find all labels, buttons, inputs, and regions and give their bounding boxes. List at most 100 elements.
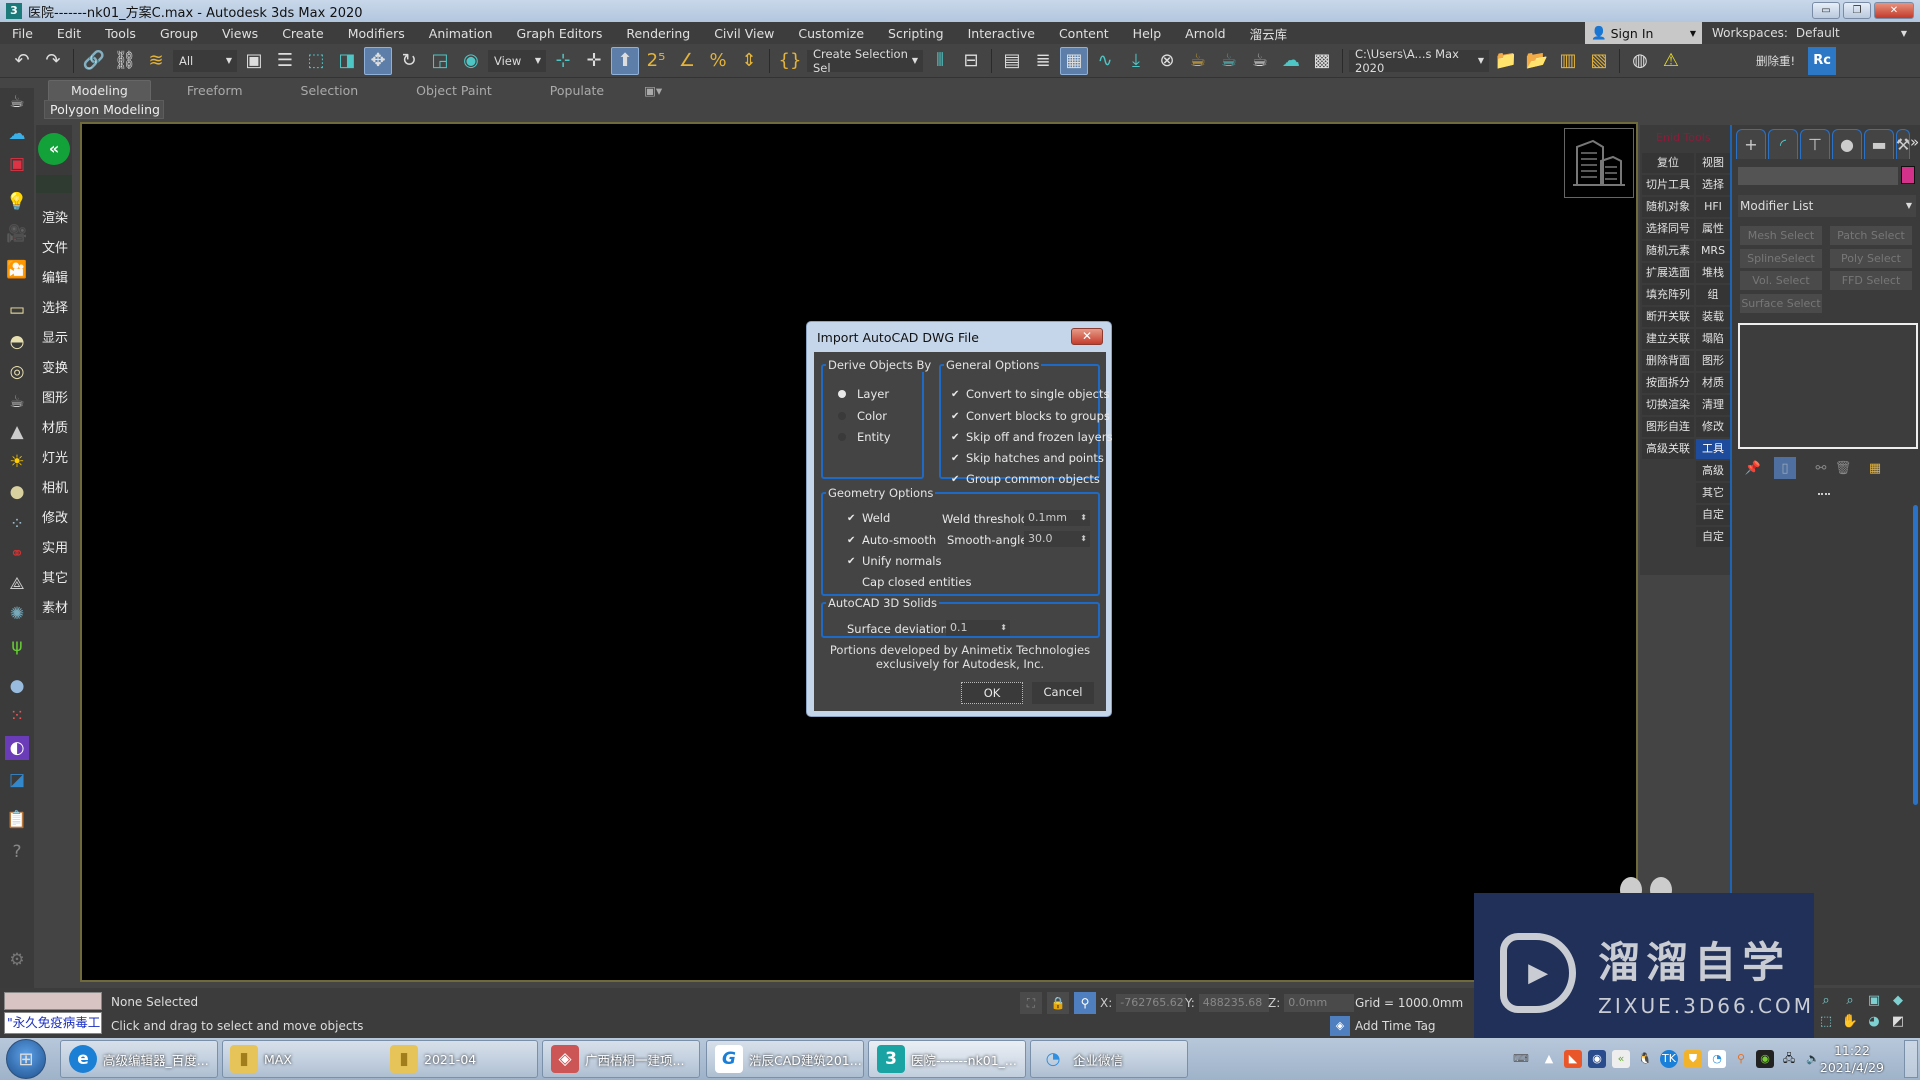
teapot-icon[interactable]: ☕ xyxy=(5,90,29,114)
plugin-cmd-shape[interactable]: 图形 xyxy=(42,387,68,406)
menu-animation[interactable]: Animation xyxy=(417,26,505,41)
enid-tool-button[interactable]: 删除背面 xyxy=(1642,351,1694,371)
maximize-viewport-icon[interactable]: ◩ xyxy=(1887,1014,1909,1033)
zoom-region-icon[interactable]: ⬚ xyxy=(1815,1014,1837,1033)
zoom-all-icon[interactable]: ⌕ xyxy=(1839,993,1861,1012)
create-tab-icon[interactable]: + xyxy=(1736,129,1766,159)
checkbox-convert-single[interactable]: ✔ Convert to single objects xyxy=(951,387,1109,401)
show-hidden-icons[interactable]: ▲ xyxy=(1540,1050,1558,1068)
show-desktop-button[interactable] xyxy=(1904,1040,1918,1078)
enid-tool-button[interactable]: 材质 xyxy=(1696,373,1730,393)
render-setup-icon[interactable]: ☕ xyxy=(1184,47,1212,75)
cancel-button[interactable]: Cancel xyxy=(1032,682,1094,704)
redo-icon[interactable]: ↷ xyxy=(39,47,67,75)
render-cloud-icon[interactable]: ☁ xyxy=(1277,47,1305,75)
dialog-close-button[interactable]: ✕ xyxy=(1071,328,1103,345)
teapot-wire-icon[interactable]: ☕ xyxy=(5,390,29,414)
menu-graph-editors[interactable]: Graph Editors xyxy=(505,26,615,41)
qq-icon[interactable]: 🐧 xyxy=(1636,1050,1654,1068)
menu-arnold[interactable]: Arnold xyxy=(1173,26,1237,41)
add-time-tag[interactable]: Add Time Tag xyxy=(1355,1019,1436,1033)
checkbox-skip-hatches[interactable]: ✔ Skip hatches and points xyxy=(951,451,1104,465)
checkbox-convert-blocks[interactable]: ✔ Convert blocks to groups xyxy=(951,409,1110,423)
absolute-mode-icon[interactable]: ⚲ xyxy=(1074,992,1096,1014)
render-region-icon[interactable]: ◪ xyxy=(5,768,29,792)
pivot-center-icon[interactable]: ⊹ xyxy=(549,47,577,75)
tray-shield-icon[interactable]: ⛊ xyxy=(1684,1050,1702,1068)
tray-wecom-icon[interactable]: ◔ xyxy=(1708,1050,1726,1068)
toggle-ribbon-icon[interactable]: ▦ xyxy=(1060,46,1088,75)
plugin-cmd-render[interactable]: 渲染 xyxy=(42,207,68,226)
checkbox-auto-smooth[interactable]: ✔ Auto-smooth xyxy=(847,533,936,547)
radio-layer[interactable]: Layer xyxy=(838,387,889,401)
plugin-cmd-select[interactable]: 选择 xyxy=(42,297,68,316)
maxscript-listener-swatch[interactable] xyxy=(4,992,102,1010)
tray-app-1-icon[interactable]: ◣ xyxy=(1564,1050,1582,1068)
taskbar-folder-max[interactable]: ▮ MAX xyxy=(222,1040,378,1078)
plugin-cmd-utility[interactable]: 实用 xyxy=(42,537,68,556)
modifier-stack[interactable] xyxy=(1738,323,1918,449)
sphere-icon[interactable]: ● xyxy=(5,480,29,504)
keyboard-icon[interactable]: ⌨ xyxy=(1512,1050,1530,1068)
menu-modifiers[interactable]: Modifiers xyxy=(336,26,417,41)
menu-interactive[interactable]: Interactive xyxy=(956,26,1047,41)
spline-select-button[interactable]: SplineSelect xyxy=(1740,249,1822,268)
zoom-extents-all-icon[interactable]: ◆ xyxy=(1887,993,1909,1012)
patch-select-button[interactable]: Patch Select xyxy=(1830,226,1912,245)
menu-edit[interactable]: Edit xyxy=(45,26,93,41)
enid-tool-button[interactable]: HFI xyxy=(1696,197,1730,217)
menu-liuyunku[interactable]: 溜云库 xyxy=(1238,24,1300,43)
checkbox-weld[interactable]: ✔ Weld xyxy=(847,511,890,525)
selection-lock-icon[interactable]: 🔒 xyxy=(1047,992,1069,1014)
taskbar-project-doc[interactable]: ◈ 广西梧桐一建项... xyxy=(542,1040,700,1078)
named-selection-dropdown[interactable]: Create Selection Sel ▼ xyxy=(807,47,923,75)
menu-civil-view[interactable]: Civil View xyxy=(702,26,786,41)
enid-tool-button[interactable]: 图形 xyxy=(1696,351,1730,371)
teapot-plugin-icon[interactable]: ◍ xyxy=(1626,47,1654,75)
enid-tool-button[interactable]: 建立关联 xyxy=(1642,329,1694,349)
select-move-icon[interactable]: ✥ xyxy=(364,46,392,75)
enid-tool-button[interactable]: 清理 xyxy=(1696,395,1730,415)
reference-coordinate-dropdown[interactable]: View ▼ xyxy=(488,49,546,72)
enid-tool-button[interactable]: 切片工具 xyxy=(1642,175,1694,195)
pan-icon[interactable]: ✋ xyxy=(1839,1014,1861,1033)
select-rotate-icon[interactable]: ↻ xyxy=(395,47,423,75)
bind-space-warp-icon[interactable]: ≋ xyxy=(142,47,170,75)
grass-icon[interactable]: ψ xyxy=(5,634,29,658)
make-unique-icon[interactable]: ⚯ xyxy=(1810,457,1832,479)
cloud-icon[interactable]: ☁ xyxy=(5,122,29,146)
delete-duplicates-label[interactable]: 删除重! xyxy=(1756,53,1795,69)
vol-select-button[interactable]: Vol. Select xyxy=(1740,271,1822,290)
enid-tool-button[interactable]: 组 xyxy=(1696,285,1730,305)
enid-tool-button[interactable]: 按面拆分 xyxy=(1642,373,1694,393)
start-button[interactable]: ⊞ xyxy=(6,1039,46,1079)
settings-gear-icon[interactable]: ⚙ xyxy=(5,948,29,972)
tray-app-3-icon[interactable]: « xyxy=(1612,1050,1630,1068)
checkbox-cap-closed[interactable]: ✔ Cap closed entities xyxy=(847,575,971,589)
tab-object-paint[interactable]: Object Paint xyxy=(394,81,514,100)
project-folder-icon[interactable]: 📂 xyxy=(1523,47,1551,75)
curve-editor-icon[interactable]: ∿ xyxy=(1091,47,1119,75)
enid-tool-button[interactable]: 装载 xyxy=(1696,307,1730,327)
more-tabs-icon[interactable]: » xyxy=(1910,133,1919,151)
enid-tool-button[interactable]: 高级 xyxy=(1696,461,1730,481)
plugin-cmd-assets[interactable]: 素材 xyxy=(42,597,68,616)
enid-tool-button[interactable]: 属性 xyxy=(1696,219,1730,239)
half-sphere-icon[interactable]: ◓ xyxy=(5,330,29,354)
tab-populate[interactable]: Populate xyxy=(528,81,626,100)
viewcube[interactable] xyxy=(1564,128,1634,198)
tab-freeform[interactable]: Freeform xyxy=(165,81,265,100)
workspaces-selector[interactable]: Workspaces: Default ▼ xyxy=(1712,22,1917,44)
network-icon[interactable]: 🖧 xyxy=(1780,1050,1798,1068)
rc-plugin-button[interactable]: Rc xyxy=(1808,46,1837,75)
radio-color[interactable]: Color xyxy=(838,409,887,423)
project-structure-icon[interactable]: ▥ xyxy=(1554,47,1582,75)
camera-reel-icon[interactable]: 🎥 xyxy=(5,222,29,246)
panel-resize-handle[interactable] xyxy=(1818,493,1830,495)
3dsmax-app-icon[interactable]: 3 xyxy=(6,3,22,19)
enid-tool-button[interactable]: 断开关联 xyxy=(1642,307,1694,327)
taskbar-wecom[interactable]: ◔ 企业微信 xyxy=(1030,1040,1188,1078)
palette-icon[interactable]: ◐ xyxy=(5,736,29,760)
enid-tool-button[interactable]: 视图 xyxy=(1696,153,1730,173)
zoom-extents-icon[interactable]: ▣ xyxy=(1863,993,1885,1012)
